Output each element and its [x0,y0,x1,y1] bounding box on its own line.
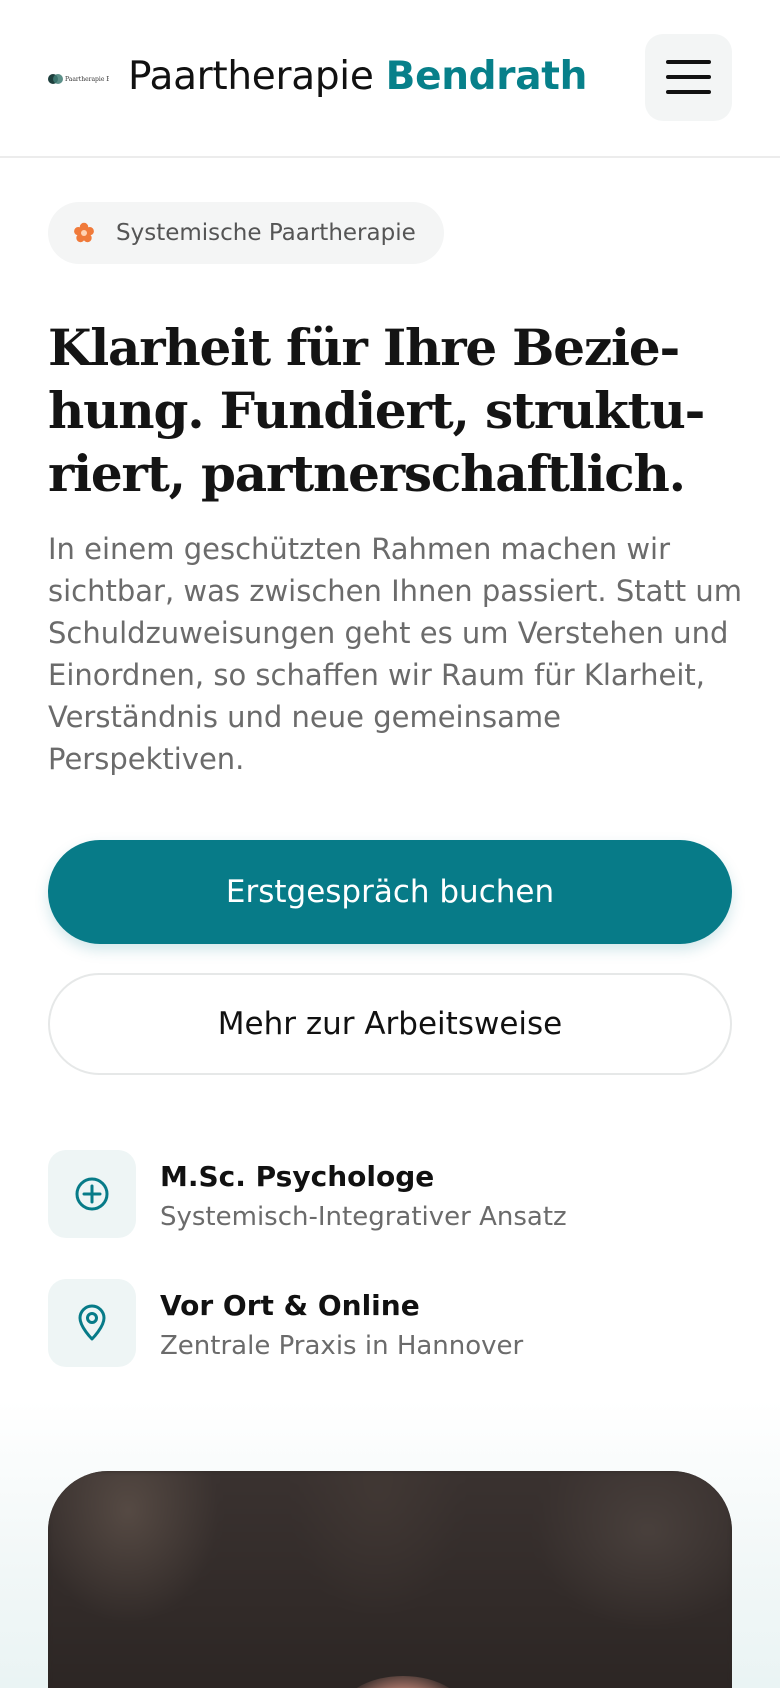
intro-line: Einordnen, so schaffen wir Raum für Klar… [48,658,705,692]
intro-paragraph: In einem geschützten Rahmen machen wir s… [48,528,743,780]
logo-text: Paartherapie Bendrath [65,75,109,83]
hamburger-menu-icon [666,58,711,96]
category-badge: Systemische Paartherapie [48,202,444,264]
feature-subtitle: Zentrale Praxis in Hannover [160,1331,524,1361]
headline-line: Klarheit für Ihre Bezie- [48,318,680,377]
logo[interactable]: Paartherapie Bendrath [48,72,109,86]
intro-line: In einem geschützten Rahmen machen wir [48,532,671,566]
headline-line: riert, partnerschaftlich. [48,444,686,503]
intro-line: sichtbar, was zwischen Ihnen passiert. S… [48,574,743,608]
page-headline: Klarheit für Ihre Bezie- hung. Fundiert,… [48,316,748,505]
site-title-plain: Paartherapie [128,54,374,99]
book-consultation-button[interactable]: Erstgespräch buchen [48,840,732,944]
intro-line: Verständnis und neue gemeinsame [48,700,561,734]
feature-title: Vor Ort & Online [160,1289,420,1322]
feature-subtitle: Systemisch-Integrativer Ansatz [160,1202,567,1232]
logo-mark-icon [48,74,63,84]
site-title[interactable]: Paartherapie Bendrath [128,52,587,102]
map-pin-icon [78,1304,106,1341]
intro-line: Perspektiven. [48,742,245,776]
photo-background [48,1471,732,1688]
feature-title: M.Sc. Psychologe [160,1160,435,1193]
feature-icon-box [48,1150,136,1238]
plus-circle-icon [75,1177,109,1211]
site-header: Paartherapie Bendrath Paartherapie Bendr… [0,0,780,158]
menu-button[interactable] [645,34,732,121]
badge-label: Systemische Paartherapie [116,220,416,246]
flower-icon [74,222,94,243]
site-title-accent: Bendrath [385,54,588,99]
therapist-photo [48,1471,732,1688]
learn-more-button[interactable]: Mehr zur Arbeitsweise [48,973,732,1075]
feature-item-location: Vor Ort & Online Zentrale Praxis in Hann… [48,1279,738,1369]
feature-icon-box [48,1279,136,1367]
headline-line: hung. Fundiert, struktu- [48,381,705,440]
intro-line: Schuldzuweisungen geht es um Verstehen u… [48,616,729,650]
feature-item-qualification: M.Sc. Psychologe Systemisch-Integrativer… [48,1150,738,1240]
